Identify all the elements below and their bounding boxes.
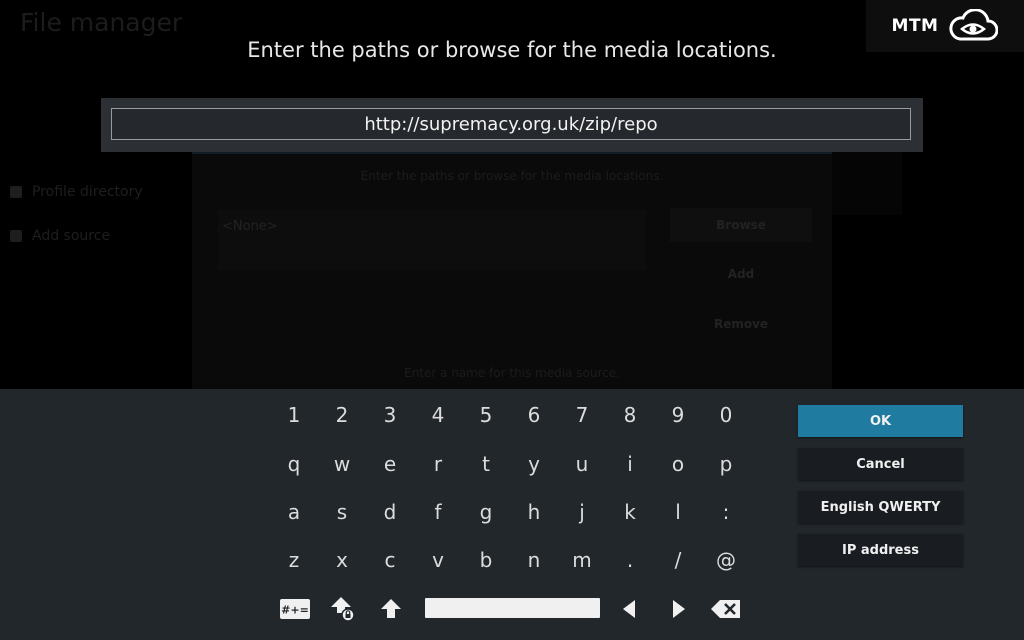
key[interactable]: 4 (414, 393, 462, 437)
key[interactable]: w (318, 442, 366, 486)
browse-button: Browse (670, 208, 812, 242)
sidebar-item-label: Add source (32, 228, 111, 244)
ip-address-button[interactable]: IP address (798, 534, 963, 566)
key[interactable]: f (414, 490, 462, 534)
symbols-icon: #+= (280, 599, 310, 619)
cursor-right-key[interactable] (670, 597, 688, 621)
key[interactable]: v (414, 538, 462, 582)
space-bar[interactable] (425, 598, 600, 618)
key[interactable]: t (462, 442, 510, 486)
symbols-key[interactable]: #+= (280, 597, 310, 621)
key[interactable]: 7 (558, 393, 606, 437)
key[interactable]: h (510, 490, 558, 534)
brand-text: MTM (891, 16, 939, 36)
key[interactable]: q (270, 442, 318, 486)
key[interactable]: 1 (270, 393, 318, 437)
backspace-key[interactable] (710, 597, 742, 621)
key[interactable]: 5 (462, 393, 510, 437)
cursor-left-key[interactable] (620, 597, 638, 621)
right-arrow-icon (673, 600, 685, 618)
key[interactable]: m (558, 538, 606, 582)
backspace-icon (711, 600, 740, 618)
key[interactable]: o (654, 442, 702, 486)
symbols-label: #+= (281, 604, 309, 617)
sidebar-item-add-source: Add source (10, 228, 110, 244)
key[interactable]: y (510, 442, 558, 486)
key[interactable]: b (462, 538, 510, 582)
key[interactable]: k (606, 490, 654, 534)
shift-key[interactable] (380, 597, 402, 621)
key[interactable]: g (462, 490, 510, 534)
key[interactable]: c (366, 538, 414, 582)
paths-list (218, 210, 646, 270)
key[interactable]: 8 (606, 393, 654, 437)
folder-icon (10, 186, 22, 198)
key[interactable]: i (606, 442, 654, 486)
key[interactable]: z (270, 538, 318, 582)
key[interactable]: e (366, 442, 414, 486)
key[interactable]: 3 (366, 393, 414, 437)
caps-lock-icon (331, 597, 355, 622)
key[interactable]: 6 (510, 393, 558, 437)
key[interactable]: : (702, 490, 750, 534)
add-button: Add (727, 267, 755, 281)
key[interactable]: n (510, 538, 558, 582)
dialog-hint: Enter the paths or browse for the media … (360, 169, 664, 183)
brand-logo: MTM (866, 0, 1024, 52)
name-hint: Enter a name for this media source. (404, 366, 620, 380)
url-input[interactable]: http://supremacy.org.uk/zip/repo (111, 108, 911, 140)
key[interactable]: 9 (654, 393, 702, 437)
key[interactable]: p (702, 442, 750, 486)
caps-lock-key[interactable] (330, 597, 356, 622)
cloud-eye-icon (949, 9, 999, 41)
remove-button: Remove (713, 317, 769, 331)
key[interactable]: l (654, 490, 702, 534)
key[interactable]: d (366, 490, 414, 534)
key[interactable]: / (654, 538, 702, 582)
left-arrow-icon (623, 600, 635, 618)
key[interactable]: @ (702, 538, 750, 582)
key[interactable]: x (318, 538, 366, 582)
sidebar-item-label: Profile directory (32, 184, 143, 200)
key[interactable]: s (318, 490, 366, 534)
key[interactable]: 0 (702, 393, 750, 437)
key[interactable]: j (558, 490, 606, 534)
dialog-side-panel (832, 150, 902, 215)
ok-button[interactable]: OK (798, 405, 963, 437)
key[interactable]: r (414, 442, 462, 486)
key[interactable]: 2 (318, 393, 366, 437)
key[interactable]: u (558, 442, 606, 486)
sidebar-item-profile-directory: Profile directory (10, 184, 143, 200)
plus-icon (10, 230, 22, 242)
layout-button[interactable]: English QWERTY (798, 491, 963, 523)
window-title: File manager (20, 8, 183, 37)
key[interactable]: a (270, 490, 318, 534)
paths-list-empty: <None> (222, 219, 278, 234)
key[interactable]: . (606, 538, 654, 582)
url-input-container: http://supremacy.org.uk/zip/repo (101, 98, 923, 152)
shift-icon (381, 599, 401, 618)
cancel-button[interactable]: Cancel (798, 448, 963, 480)
